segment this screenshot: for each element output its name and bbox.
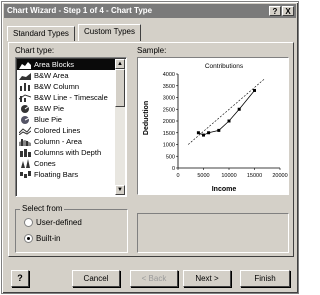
chart-type-item[interactable]: Cones xyxy=(17,158,115,169)
data-point xyxy=(202,133,205,137)
data-point xyxy=(207,131,211,135)
y-tick-label: 1000 xyxy=(163,143,175,149)
radio-user-defined[interactable]: User-defined xyxy=(24,218,82,227)
radio-built-in-label: Built-in xyxy=(36,234,61,243)
area-blocks-icon xyxy=(19,60,31,69)
y-tick-label: 2000 xyxy=(163,119,175,125)
bw-area-icon xyxy=(19,71,31,80)
chart-type-item-label: Column - Area xyxy=(34,137,82,146)
close-button[interactable]: X xyxy=(282,6,294,16)
title-help-button[interactable]: ? xyxy=(269,6,281,16)
help-button[interactable]: ? xyxy=(11,270,29,287)
bw-pie-icon xyxy=(19,104,31,113)
chart-type-item-label: Area Blocks xyxy=(34,60,75,69)
title-bar: Chart Wizard - Step 1 of 4 - Chart Type … xyxy=(4,4,296,18)
tab-standard-types[interactable]: Standard Types xyxy=(7,26,75,41)
select-from-label: Select from xyxy=(20,204,65,213)
y-tick-label: 1500 xyxy=(163,131,175,137)
radio-user-defined-label: User-defined xyxy=(36,218,82,227)
description-box xyxy=(137,213,289,253)
y-tick-label: 3500 xyxy=(163,84,175,90)
back-button[interactable]: < Back xyxy=(130,270,178,287)
chart-x-axis-label: Income xyxy=(212,186,237,193)
y-tick-label: 2500 xyxy=(163,107,175,113)
next-button[interactable]: Next > xyxy=(183,270,231,287)
data-point xyxy=(237,107,241,111)
sample-label: Sample: xyxy=(137,46,167,55)
cancel-button[interactable]: Cancel xyxy=(72,270,120,287)
bw-column-icon xyxy=(19,82,31,91)
tab-custom-types[interactable]: Custom Types xyxy=(78,24,141,41)
finish-button[interactable]: Finish xyxy=(240,270,290,287)
colored-lines-icon xyxy=(18,126,32,136)
y-tick-label: 0 xyxy=(172,166,175,172)
data-point xyxy=(227,119,231,123)
chart-type-item[interactable]: Floating Bars xyxy=(17,169,115,180)
chart-type-item-label: B&W Pie xyxy=(34,104,65,113)
data-point xyxy=(196,131,200,135)
columns-depth-icon xyxy=(19,148,31,157)
tab-panel: Chart type: Sample: Area Blocks B&W Area B… xyxy=(8,42,294,257)
y-tick-label: 500 xyxy=(166,154,175,160)
list-scrollbar[interactable]: ▲ ▼ xyxy=(115,59,125,195)
chart-wizard-dialog: Chart Wizard - Step 1 of 4 - Chart Type … xyxy=(1,1,299,294)
column-area-icon xyxy=(19,137,31,146)
sample-chart: Contributions Income Deduction 0 500 1000 1… xyxy=(143,63,288,193)
y-tick-label: 4000 xyxy=(163,72,175,78)
chart-type-item[interactable]: B&W Area xyxy=(17,70,115,81)
chart-type-item-label: B&W Line - Timescale xyxy=(34,93,108,102)
x-tick-label: 0 xyxy=(176,173,179,179)
bw-line-timescale-icon xyxy=(18,93,32,102)
scroll-down-button[interactable]: ▼ xyxy=(115,185,125,195)
y-tick-label: 3000 xyxy=(163,96,175,102)
x-tick-label: 15000 xyxy=(247,173,262,179)
cones-icon xyxy=(19,159,31,168)
scroll-up-button[interactable]: ▲ xyxy=(115,59,125,69)
chart-y-axis-label: Deduction xyxy=(143,101,150,135)
sample-chart-area: Contributions Income Deduction 0 500 1000 1… xyxy=(137,57,289,195)
chart-type-list[interactable]: Area Blocks B&W Area B&W Column B&W Line - … xyxy=(15,57,127,197)
chart-type-item[interactable]: Area Blocks xyxy=(17,59,115,70)
chart-title: Contributions xyxy=(205,63,244,70)
window-title: Chart Wizard - Step 1 of 4 - Chart Type xyxy=(7,6,153,15)
chart-type-item[interactable]: Columns with Depth xyxy=(17,147,115,158)
chart-type-item-label: Blue Pie xyxy=(34,115,62,124)
radio-user-defined-circle[interactable] xyxy=(24,218,33,227)
blue-pie-icon xyxy=(19,115,31,124)
chart-type-item-label: Cones xyxy=(34,159,56,168)
chart-type-item-label: Floating Bars xyxy=(34,170,79,179)
radio-built-in-circle[interactable] xyxy=(24,234,33,243)
chart-type-item[interactable]: B&W Column xyxy=(17,81,115,92)
chart-type-item-label: Columns with Depth xyxy=(34,148,102,157)
chart-type-item[interactable]: B&W Pie xyxy=(17,103,115,114)
radio-built-in[interactable]: Built-in xyxy=(24,234,60,243)
chart-type-item[interactable]: Colored Lines xyxy=(17,125,115,136)
x-tick-label: 20000 xyxy=(272,173,287,179)
chart-type-label: Chart type: xyxy=(15,46,55,55)
x-tick-label: 5000 xyxy=(197,173,209,179)
data-point xyxy=(217,128,221,132)
chart-type-item-label: B&W Area xyxy=(34,71,69,80)
floating-bars-icon xyxy=(19,170,31,179)
select-from-group: Select from User-defined Built-in xyxy=(15,204,128,253)
chart-type-item[interactable]: Column - Area xyxy=(17,136,115,147)
data-point xyxy=(253,88,256,92)
chart-type-item[interactable]: B&W Line - Timescale xyxy=(17,92,115,103)
chart-type-item-label: Colored Lines xyxy=(34,126,81,135)
chart-type-item-label: B&W Column xyxy=(34,82,80,91)
trend-line xyxy=(188,78,265,145)
chart-type-item[interactable]: Blue Pie xyxy=(17,114,115,125)
scroll-thumb[interactable] xyxy=(115,69,125,107)
x-tick-label: 10000 xyxy=(221,173,236,179)
